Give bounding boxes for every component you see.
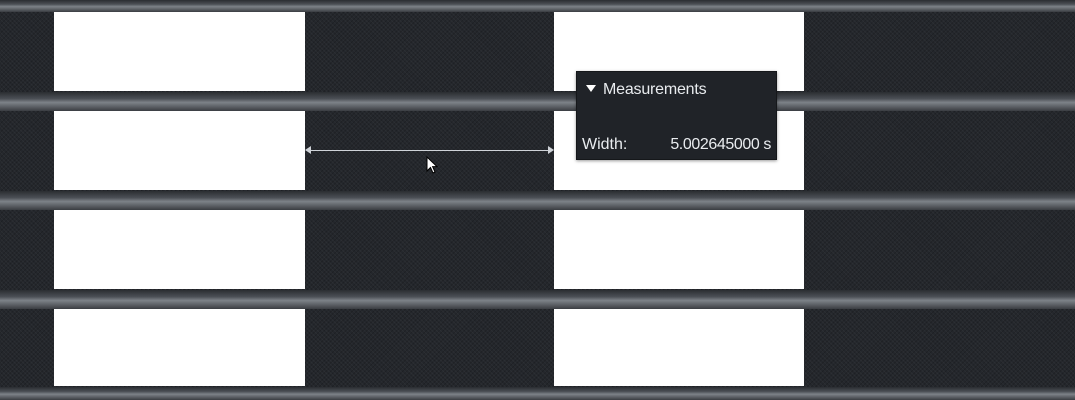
signal-high-pulse	[554, 309, 804, 386]
arrow-left-head	[305, 146, 311, 154]
signal-lane-3	[0, 210, 1075, 290]
disclosure-triangle-icon[interactable]	[586, 85, 596, 92]
lane-divider	[0, 387, 1075, 400]
lane-divider	[0, 191, 1075, 210]
mouse-pointer-icon	[426, 156, 438, 174]
lane-divider	[0, 92, 1075, 111]
signal-lane-1	[0, 12, 1075, 92]
width-value: 5.002645000 s	[670, 136, 771, 153]
double-headed-arrow-icon	[307, 150, 552, 151]
lane-divider	[0, 0, 1075, 12]
signal-high-pulse	[54, 210, 305, 289]
signal-high-pulse	[54, 12, 305, 91]
signal-high-pulse	[54, 111, 305, 190]
measurements-panel[interactable]: Measurements Width: 5.002645000 s	[576, 71, 777, 160]
signal-lane-4	[0, 309, 1075, 387]
lane-divider	[0, 290, 1075, 309]
signal-lane-2	[0, 111, 1075, 191]
arrow-right-head	[548, 146, 554, 154]
signal-high-pulse	[554, 210, 804, 289]
signal-high-pulse	[54, 309, 305, 386]
measurements-panel-title[interactable]: Measurements	[603, 81, 707, 99]
width-label: Width:	[582, 136, 628, 153]
